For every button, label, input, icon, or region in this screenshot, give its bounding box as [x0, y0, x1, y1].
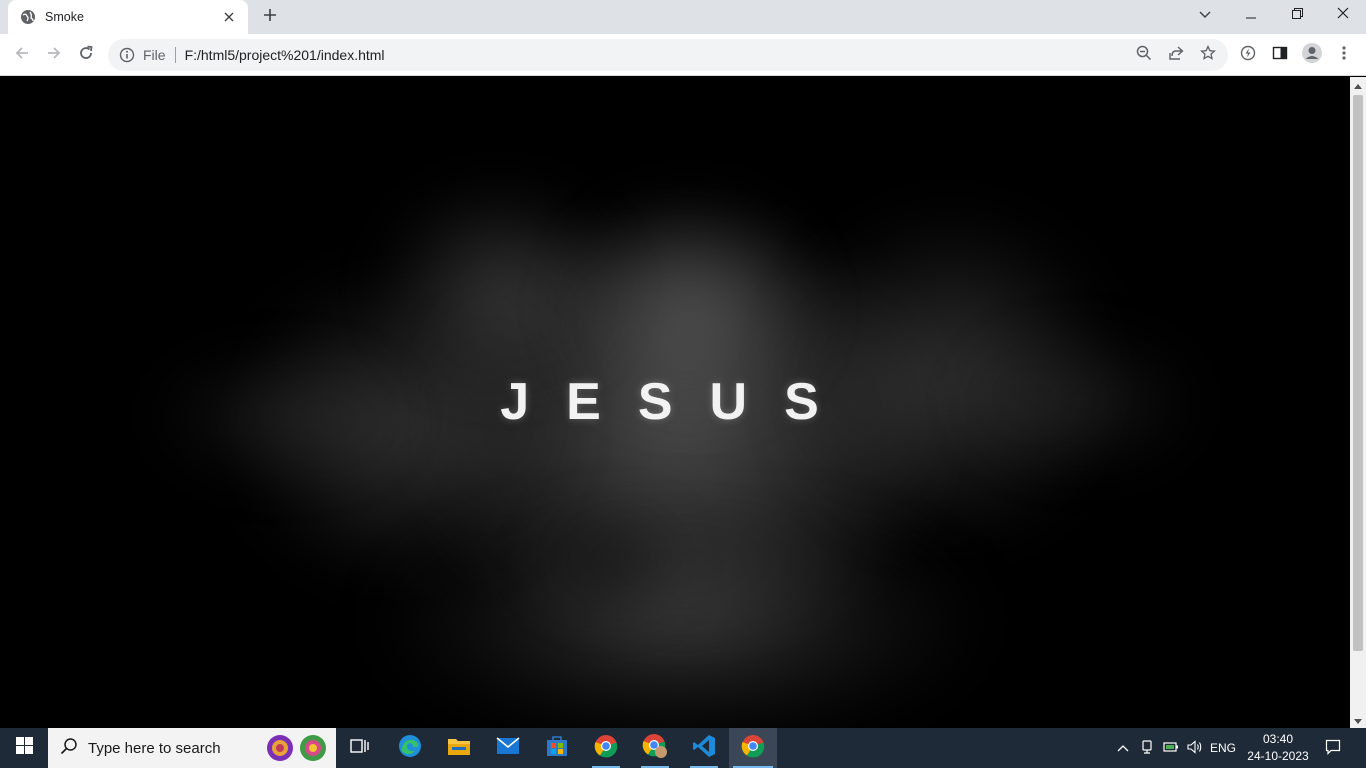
chevron-up-icon: [1117, 741, 1129, 755]
scroll-up-button[interactable]: [1350, 77, 1366, 93]
url-text[interactable]: F:/html5/project%201/index.html: [185, 47, 385, 63]
clock-time: 03:40: [1262, 732, 1294, 746]
file-explorer-app[interactable]: [435, 728, 483, 768]
scroll-thumb[interactable]: [1353, 95, 1363, 651]
show-hidden-icons-button[interactable]: [1112, 728, 1134, 768]
chrome-profile-app[interactable]: [631, 728, 679, 768]
chrome-icon: [741, 734, 765, 763]
browser-tab[interactable]: Smoke: [8, 0, 248, 34]
minimize-button[interactable]: [1228, 0, 1274, 30]
profile-button[interactable]: [1298, 42, 1326, 68]
battery-tray[interactable]: [1160, 728, 1182, 768]
kebab-menu-icon: [1342, 45, 1346, 66]
globe-icon: [20, 9, 36, 25]
new-tab-button[interactable]: [258, 5, 282, 29]
scheme-label: File: [143, 47, 166, 63]
close-window-button[interactable]: [1320, 0, 1366, 30]
minimize-icon: [1246, 6, 1256, 24]
performance-button[interactable]: [1234, 42, 1262, 68]
chrome-profile-icon: [642, 733, 668, 764]
reload-button[interactable]: [73, 42, 99, 68]
person-icon: [1301, 42, 1323, 69]
taskbar-clock[interactable]: 03:40 24-10-2023: [1240, 731, 1316, 765]
meet-now-tray[interactable]: [1136, 728, 1158, 768]
vertical-scrollbar[interactable]: [1350, 77, 1366, 728]
share-icon: [1168, 45, 1184, 66]
scroll-down-button[interactable]: [1350, 712, 1366, 728]
windows-taskbar: Type here to search ENG 03:40 24-10-2023: [0, 728, 1366, 768]
reload-icon: [78, 45, 94, 66]
windows-logo-icon: [15, 737, 33, 759]
speaker-icon: [1187, 739, 1203, 757]
edge-icon: [398, 734, 422, 763]
device-icon: [1140, 739, 1154, 757]
store-app[interactable]: [533, 728, 581, 768]
vscode-app[interactable]: [680, 728, 728, 768]
folder-icon: [447, 736, 471, 761]
back-button[interactable]: [9, 42, 35, 68]
search-icon: [60, 737, 78, 760]
edge-app[interactable]: [386, 728, 434, 768]
volume-tray[interactable]: [1184, 728, 1206, 768]
arrow-right-icon: [46, 45, 62, 66]
triangle-down-icon: [1354, 711, 1362, 729]
tab-title: Smoke: [45, 10, 84, 24]
chrome-active-app[interactable]: [729, 728, 777, 768]
chrome-icon: [594, 734, 618, 763]
close-icon[interactable]: [220, 8, 238, 26]
mail-icon: [496, 736, 520, 760]
forward-button[interactable]: [41, 42, 67, 68]
side-panel-button[interactable]: [1266, 42, 1294, 68]
task-view-icon: [350, 738, 370, 759]
share-button[interactable]: [1162, 39, 1190, 71]
search-placeholder: Type here to search: [88, 739, 221, 757]
search-highlight-icon: [264, 733, 330, 768]
mail-app[interactable]: [484, 728, 532, 768]
chrome-app[interactable]: [582, 728, 630, 768]
notification-icon: [1325, 739, 1341, 758]
browser-titlebar: Smoke: [0, 0, 1366, 34]
battery-icon: [1163, 741, 1179, 756]
start-button[interactable]: [0, 728, 48, 768]
notification-center-button[interactable]: [1320, 728, 1346, 768]
close-icon: [1337, 6, 1349, 24]
omnibox-divider: [174, 47, 176, 63]
page-title: JESUS: [500, 373, 856, 431]
zoom-button[interactable]: [1130, 39, 1158, 71]
tab-search-button[interactable]: [1182, 0, 1228, 30]
browser-toolbar: File F:/html5/project%201/index.html: [0, 34, 1366, 76]
task-view-button[interactable]: [336, 728, 384, 768]
address-bar[interactable]: File F:/html5/project%201/index.html: [108, 39, 1228, 71]
taskbar-search[interactable]: Type here to search: [48, 728, 336, 768]
clock-date: 24-10-2023: [1247, 749, 1309, 763]
store-icon: [545, 734, 569, 763]
page-viewport: JESUS: [0, 77, 1350, 728]
triangle-up-icon: [1354, 76, 1362, 94]
zoom-out-icon: [1136, 45, 1152, 66]
lightning-icon: [1240, 45, 1256, 66]
restore-button[interactable]: [1274, 0, 1320, 30]
star-icon: [1200, 44, 1216, 66]
bookmark-button[interactable]: [1194, 39, 1222, 71]
arrow-left-icon: [14, 45, 30, 66]
info-icon[interactable]: [119, 47, 135, 63]
chevron-down-icon: [1199, 6, 1211, 24]
restore-icon: [1291, 6, 1303, 24]
side-panel-icon: [1272, 45, 1288, 66]
vscode-icon: [692, 734, 716, 763]
language-indicator[interactable]: ENG: [1208, 728, 1238, 768]
browser-menu-button[interactable]: [1330, 42, 1358, 68]
plus-icon: [263, 8, 277, 27]
